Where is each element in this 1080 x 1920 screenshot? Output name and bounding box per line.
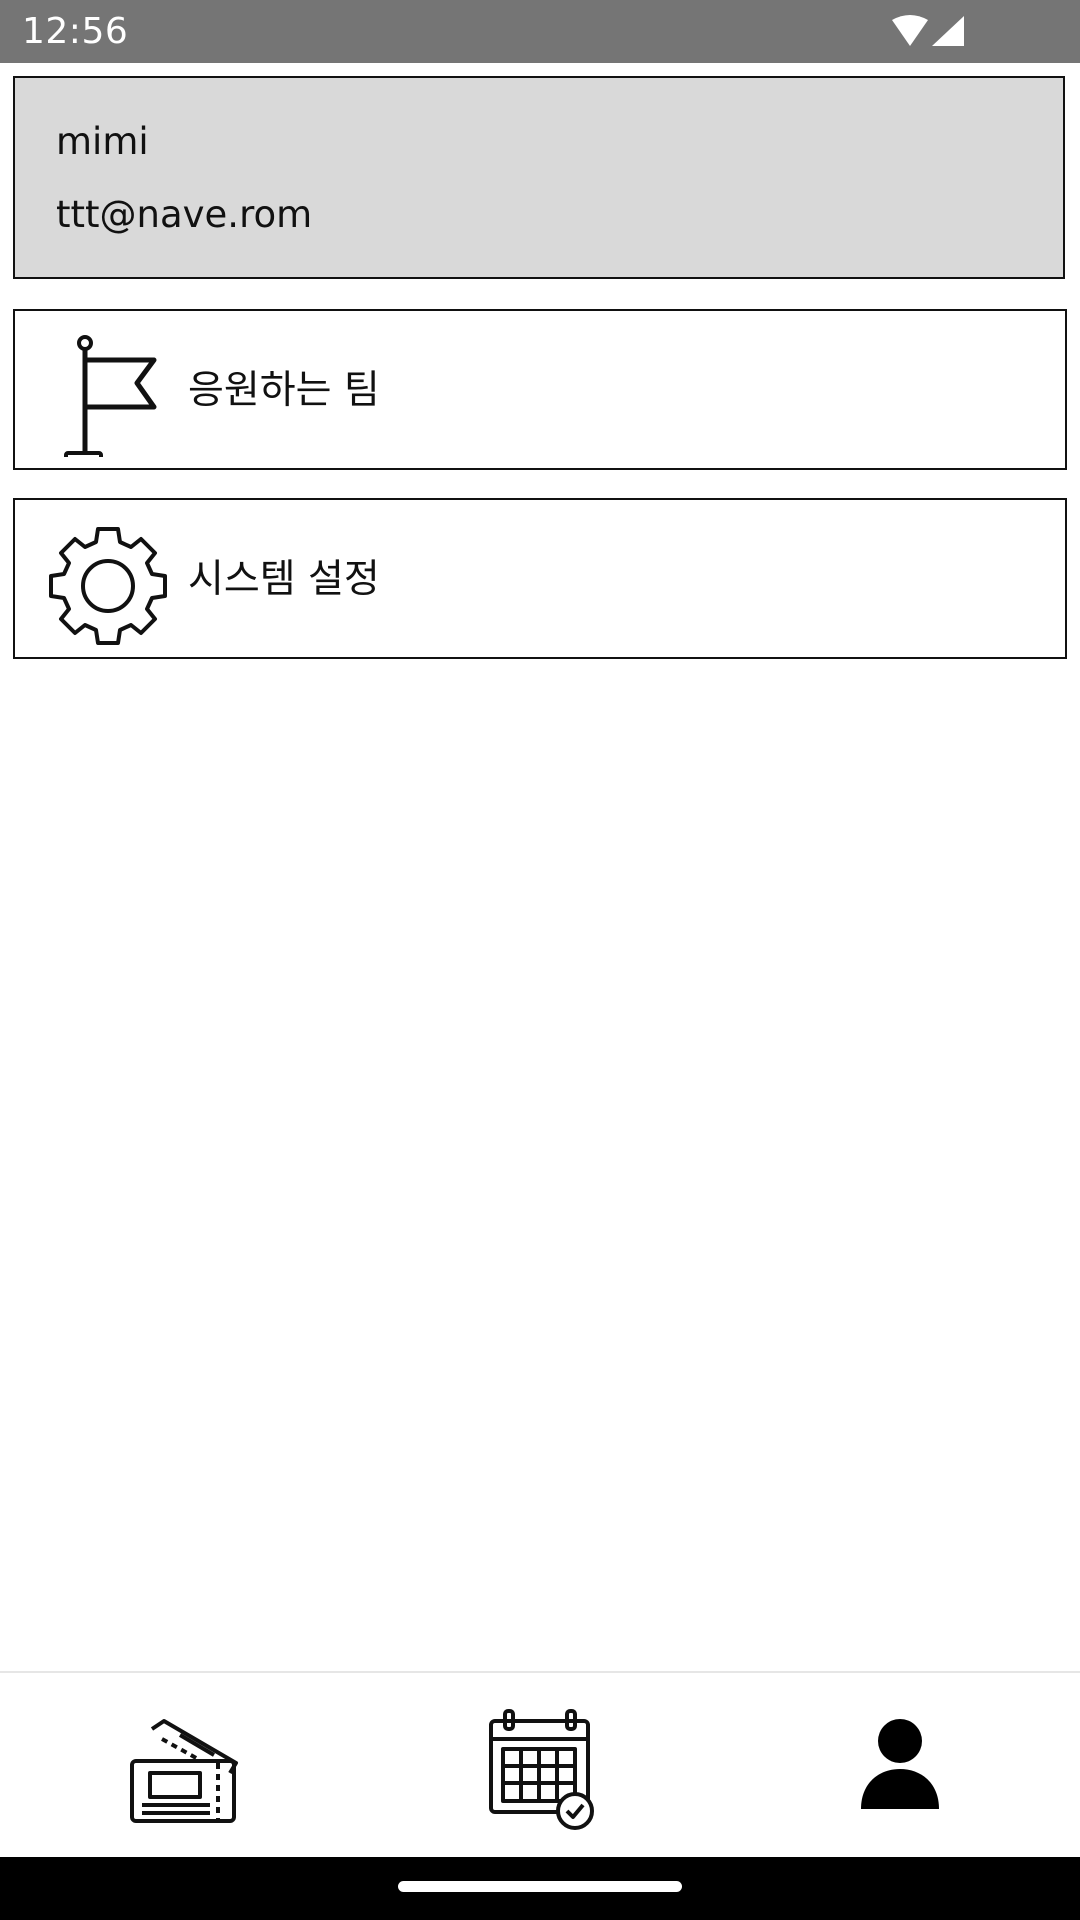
my-page-screen: 12:56 mimi ttt@nave.rom 응원하는 팀 시스템 설정 <box>0 0 1080 1920</box>
status-bar: 12:56 <box>0 0 1080 63</box>
nav-profile-button[interactable] <box>825 1691 975 1841</box>
profile-card: mimi ttt@nave.rom <box>13 76 1065 279</box>
menu-item-favorite-team[interactable]: 응원하는 팀 <box>13 309 1067 470</box>
profile-email: ttt@nave.rom <box>56 193 313 236</box>
cellular-signal-icon <box>932 16 964 46</box>
user-icon <box>861 1719 939 1809</box>
calendar-check-icon <box>489 1709 594 1830</box>
ticket-icon <box>130 1719 238 1823</box>
menu-item-label: 응원하는 팀 <box>188 368 380 413</box>
nav-tickets-button[interactable] <box>106 1691 256 1841</box>
status-time: 12:56 <box>22 11 129 52</box>
profile-name: mimi <box>56 120 149 163</box>
menu-item-label: 시스템 설정 <box>188 557 380 602</box>
gear-icon <box>49 527 167 645</box>
wifi-icon <box>892 15 928 46</box>
menu-item-system-settings[interactable]: 시스템 설정 <box>13 498 1067 659</box>
bottom-navigation <box>0 1671 1080 1857</box>
flag-icon <box>64 335 157 457</box>
nav-schedule-button[interactable] <box>465 1691 615 1841</box>
home-gesture-handle[interactable] <box>398 1881 682 1892</box>
system-navigation-bar <box>0 1857 1080 1920</box>
status-icons <box>892 15 964 46</box>
